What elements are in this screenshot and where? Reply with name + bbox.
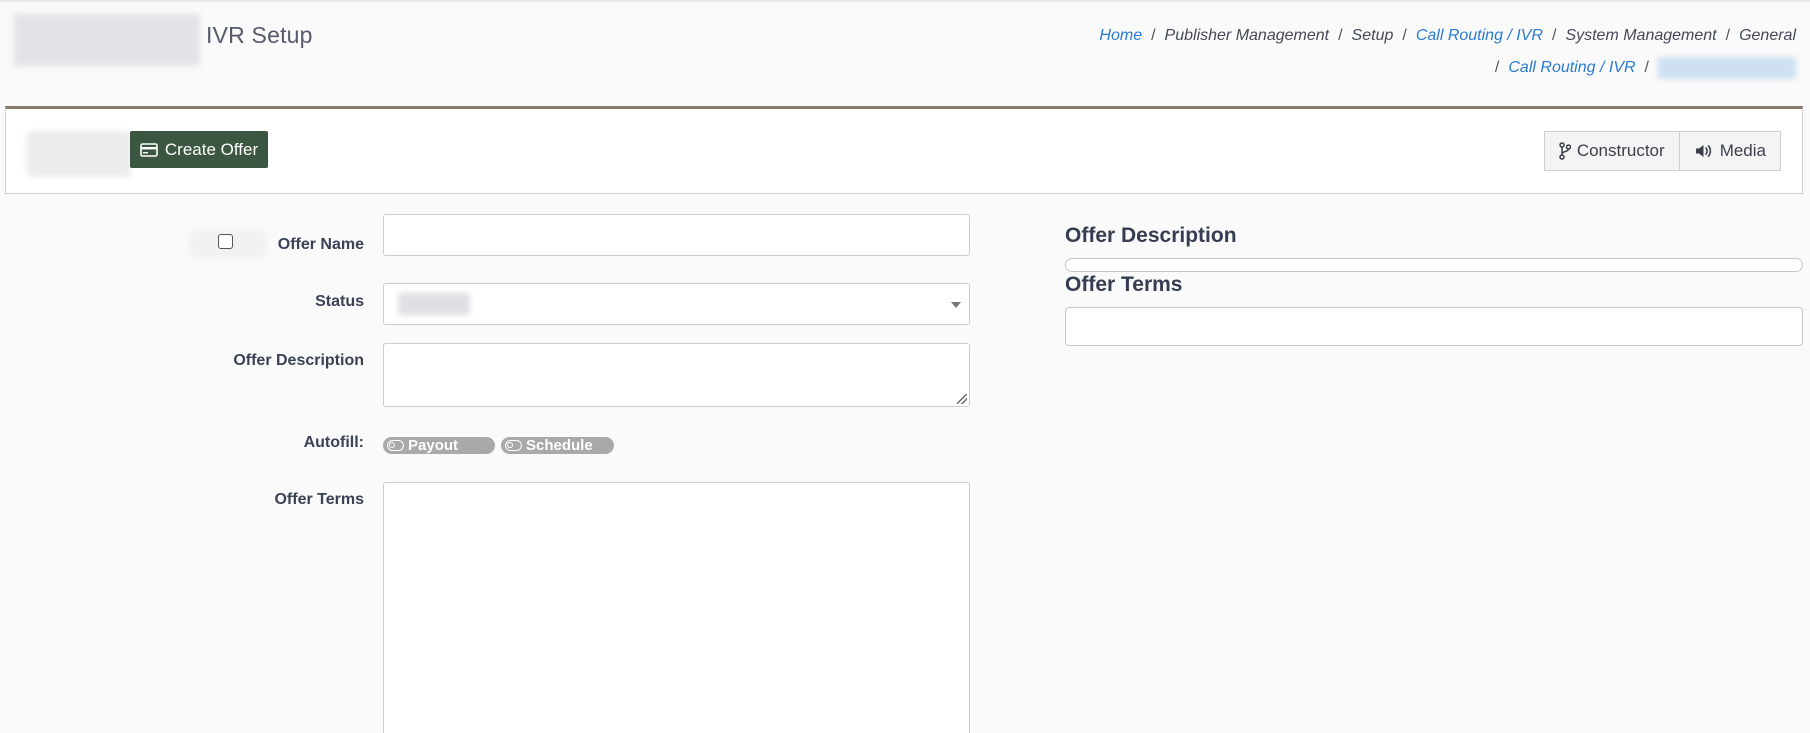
- preview-terms-title: Offer Terms: [1065, 273, 1183, 296]
- breadcrumb-setup: Setup: [1351, 27, 1394, 44]
- offer-terms-textarea[interactable]: [383, 482, 970, 733]
- offer-description-label: Offer Description: [233, 352, 364, 369]
- autofill-label: Autofill:: [303, 434, 364, 451]
- top-border: [0, 0, 1810, 2]
- constructor-button[interactable]: Constructor: [1543, 131, 1680, 171]
- create-offer-button[interactable]: Create Offer: [130, 131, 268, 168]
- volume-icon: [1695, 145, 1711, 157]
- chevron-down-icon: [951, 302, 961, 308]
- resize-grip-icon[interactable]: [957, 394, 967, 404]
- offer-name-input[interactable]: [383, 214, 970, 256]
- toggle-off-icon: [387, 440, 404, 451]
- code-branch-icon: [1559, 142, 1571, 160]
- breadcrumb-separator: /: [1551, 27, 1557, 44]
- breadcrumb-separator: /: [1725, 27, 1731, 44]
- credit-card-icon: [140, 142, 158, 157]
- autofill-payout-toggle[interactable]: Payout: [383, 437, 495, 454]
- breadcrumb-separator: /: [1151, 27, 1156, 44]
- breadcrumb-call-routing-ivr[interactable]: Call Routing / IVR: [1416, 27, 1543, 44]
- offer-terms-label: Offer Terms: [274, 491, 364, 508]
- offer-checkbox[interactable]: [218, 234, 233, 249]
- offer-name-label: Offer Name: [277, 236, 364, 253]
- status-label: Status: [315, 293, 364, 310]
- constructor-label: Constructor: [1576, 141, 1665, 160]
- breadcrumb-call-routing-ivr-2[interactable]: Call Routing / IVR: [1508, 59, 1635, 76]
- autofill-payout-label: Payout: [408, 437, 459, 454]
- breadcrumb-general: General: [1739, 27, 1796, 44]
- media-label: Media: [1719, 141, 1766, 160]
- breadcrumb: Home / Publisher Management / Setup / Call Rou…: [1036, 20, 1796, 84]
- breadcrumb-system-management: System Management: [1565, 27, 1717, 44]
- page-title: IVR Setup: [206, 22, 313, 48]
- status-value-redacted: [398, 293, 470, 315]
- toolbar: Create Offer Constructor Media: [5, 106, 1803, 194]
- preview-description-box: [1065, 258, 1803, 272]
- breadcrumb-publisher-management: Publisher Management: [1164, 27, 1330, 44]
- breadcrumb-home[interactable]: Home: [1099, 27, 1142, 44]
- toggle-off-icon: [505, 440, 522, 451]
- breadcrumb-separator: /: [1338, 27, 1343, 44]
- status-select[interactable]: [383, 283, 970, 325]
- media-button[interactable]: Media: [1678, 131, 1781, 171]
- breadcrumb-separator: /: [1644, 59, 1649, 76]
- back-button-redacted[interactable]: [27, 131, 131, 177]
- create-offer-label: Create Offer: [164, 139, 259, 159]
- autofill-schedule-toggle[interactable]: Schedule: [501, 437, 614, 454]
- preview-description-title: Offer Description: [1065, 224, 1237, 247]
- offer-description-textarea[interactable]: [383, 343, 970, 407]
- breadcrumb-current-redacted[interactable]: [1658, 56, 1796, 79]
- breadcrumb-separator: /: [1402, 27, 1407, 44]
- autofill-schedule-label: Schedule: [526, 437, 593, 454]
- breadcrumb-separator: /: [1494, 59, 1500, 76]
- app-name-redacted: [14, 14, 200, 66]
- toolbar-right-group: Constructor Media: [1543, 131, 1781, 171]
- preview-terms-box: [1065, 307, 1803, 346]
